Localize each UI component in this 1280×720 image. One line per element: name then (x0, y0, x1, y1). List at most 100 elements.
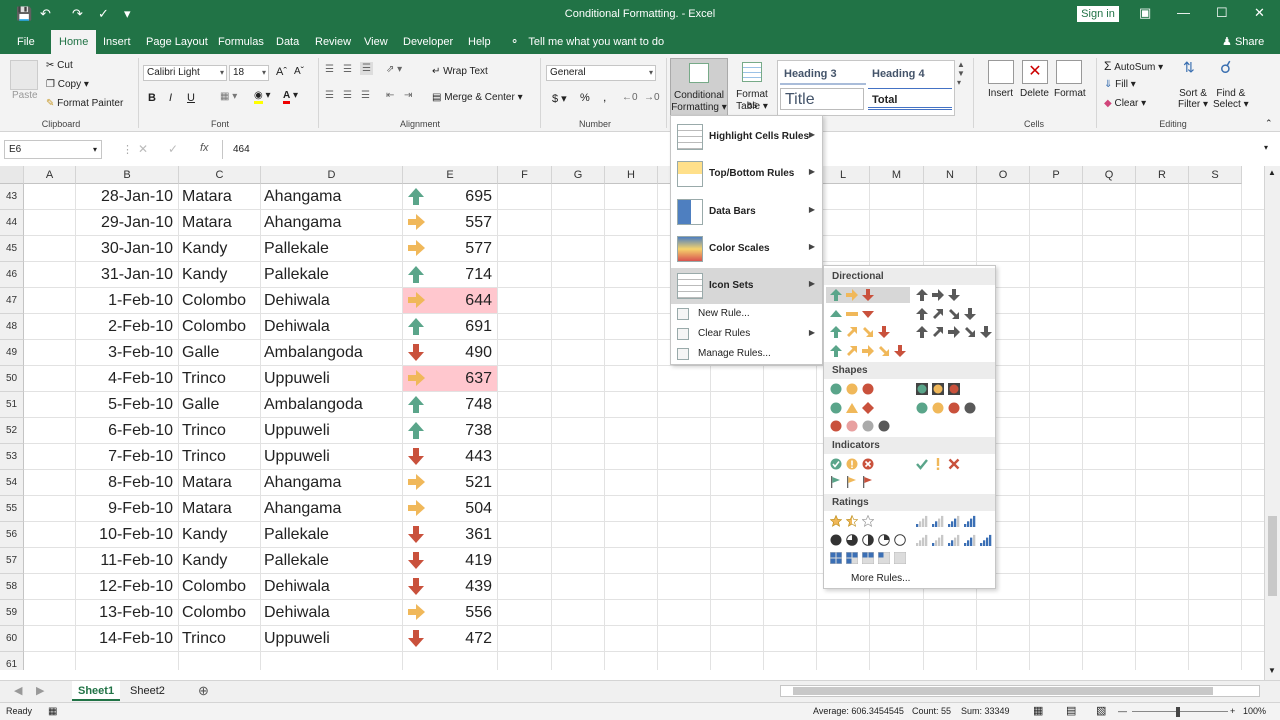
icon-set-3-arrows-colored[interactable] (826, 287, 910, 303)
merge-center-button[interactable]: ▤ Merge & Center ▾ (432, 92, 523, 103)
column-header-r[interactable]: R (1136, 166, 1189, 184)
increase-decimal-icon[interactable]: ←0 (622, 92, 638, 103)
style-heading-4[interactable]: Heading 4 (868, 63, 954, 85)
orientation-icon[interactable]: ⇗ ▾ (386, 64, 402, 75)
cell-value[interactable]: 577 (433, 236, 496, 262)
cell-city[interactable]: Colombo (179, 600, 259, 626)
cell-date[interactable]: 10-Feb-10 (76, 522, 177, 548)
cell-venue[interactable]: Ambalangoda (261, 340, 401, 366)
cell-city[interactable]: Matara (179, 496, 259, 522)
icon-set-4-traffic-lights[interactable] (912, 400, 996, 416)
cell-city[interactable]: Matara (179, 470, 259, 496)
column-header-a[interactable]: A (24, 166, 76, 184)
cell-value[interactable]: 637 (433, 366, 496, 392)
sheet-next-icon[interactable]: ▶ (30, 681, 50, 701)
column-header-o[interactable]: O (977, 166, 1030, 184)
cell-venue[interactable]: Pallekale (261, 262, 401, 288)
cell-value[interactable]: 439 (433, 574, 496, 600)
cell-city[interactable]: Kandy (179, 262, 259, 288)
cell-date[interactable]: 1-Feb-10 (76, 288, 177, 314)
cell-date[interactable] (76, 652, 177, 670)
icon-set-5-quarters[interactable] (826, 532, 910, 548)
column-header-m[interactable]: M (870, 166, 924, 184)
cut-button[interactable]: ✂ Cut (46, 60, 73, 71)
conditional-formatting-button[interactable]: Conditional Formatting ▾ (670, 58, 728, 116)
delete-cells-icon[interactable]: ✕ (1022, 60, 1048, 84)
align-right-icon[interactable]: ☰ (361, 90, 370, 101)
cell-value[interactable]: 521 (433, 470, 496, 496)
tab-view[interactable]: View (356, 30, 396, 54)
clear-button[interactable]: ◆ Clear ▾ (1104, 98, 1146, 109)
menu-clear-rules[interactable]: Clear Rules ▶ (671, 325, 822, 343)
icon-set-3-traffic-lights-rimmed[interactable] (912, 381, 996, 397)
icon-set-red-to-black[interactable] (826, 418, 910, 434)
cell-value[interactable]: 738 (433, 418, 496, 444)
decrease-font-icon[interactable]: Aˇ (294, 66, 304, 77)
confirm-entry-icon[interactable]: ✓ (168, 142, 178, 156)
percent-button[interactable]: % (580, 92, 590, 104)
cell-venue[interactable]: Uppuweli (261, 366, 401, 392)
collapse-ribbon-icon[interactable]: ⌃ (1265, 118, 1273, 129)
cell-value[interactable]: 695 (433, 184, 496, 210)
horizontal-scroll-thumb[interactable] (793, 687, 1213, 695)
cell-city[interactable]: Colombo (179, 574, 259, 600)
zoom-slider[interactable] (1132, 711, 1228, 712)
cell-city[interactable]: Matara (179, 184, 259, 210)
cell-venue[interactable]: Ahangama (261, 496, 401, 522)
style-title[interactable]: Title (780, 88, 864, 110)
row-header[interactable]: 60 (0, 626, 24, 652)
insert-cells-button[interactable]: Insert (988, 88, 1013, 99)
fill-color-icon[interactable]: ◉ ▾ (254, 90, 271, 104)
column-header-d[interactable]: D (261, 166, 403, 184)
horizontal-scrollbar[interactable] (780, 685, 1260, 697)
page-layout-view-icon[interactable]: ▤ (1066, 704, 1076, 717)
sort-filter-icon[interactable]: ⇅ (1183, 59, 1195, 76)
maximize-icon[interactable]: ☐ (1216, 5, 1228, 21)
font-size-dropdown[interactable]: 18 ▾ (229, 65, 269, 81)
cell-date[interactable]: 6-Feb-10 (76, 418, 177, 444)
align-center-icon[interactable]: ☰ (343, 90, 352, 101)
cell-value[interactable]: 504 (433, 496, 496, 522)
style-heading-3[interactable]: Heading 3 (780, 63, 866, 85)
scroll-thumb[interactable] (1268, 516, 1277, 596)
scroll-up-icon[interactable]: ▲ (1268, 168, 1276, 177)
insert-function-button[interactable]: fx (200, 142, 209, 154)
menu-top-bottom-rules[interactable]: Top/Bottom Rules ▶ (671, 156, 822, 192)
menu-data-bars[interactable]: Data Bars ▶ (671, 194, 822, 230)
cell-value[interactable]: 644 (433, 288, 496, 314)
cell-city[interactable]: Kandy (179, 522, 259, 548)
autosum-button[interactable]: Σ AutoSum ▾ (1104, 59, 1163, 73)
menu-new-rule[interactable]: New Rule... (671, 305, 822, 323)
cell-value[interactable]: 714 (433, 262, 496, 288)
sort-filter-button[interactable]: Sort & Filter ▾ (1178, 88, 1208, 110)
icon-set-4-arrows-gray[interactable] (912, 306, 996, 322)
icon-set-3-symbols[interactable] (912, 456, 996, 472)
zoom-slider-thumb[interactable] (1176, 707, 1180, 717)
select-all-corner[interactable] (0, 166, 24, 184)
icon-set-3-flags[interactable] (826, 474, 910, 490)
cell-venue[interactable]: Dehiwala (261, 288, 401, 314)
align-top-icon[interactable]: ☰ (325, 64, 334, 75)
icon-set-5-boxes[interactable] (826, 550, 910, 566)
cell-date[interactable]: 31-Jan-10 (76, 262, 177, 288)
cancel-entry-icon[interactable]: ✕ (138, 142, 148, 156)
cell-value[interactable]: 419 (433, 548, 496, 574)
row-header[interactable]: 61 (0, 652, 24, 670)
menu-icon-sets[interactable]: Icon Sets ▶ (671, 268, 822, 304)
font-name-dropdown[interactable]: Calibri Light ▾ (143, 65, 227, 81)
cell-value[interactable]: 490 (433, 340, 496, 366)
number-format-dropdown[interactable]: General ▾ (546, 65, 656, 81)
cell-venue[interactable]: Ahangama (261, 470, 401, 496)
tab-help[interactable]: Help (460, 30, 499, 54)
sheet-tab-sheet2[interactable]: Sheet2 (124, 681, 171, 701)
row-header[interactable]: 59 (0, 600, 24, 626)
decrease-indent-icon[interactable]: ⇤ (386, 90, 394, 101)
normal-view-icon[interactable]: ▦ (1033, 704, 1043, 717)
icon-set-5-ratings[interactable] (912, 532, 996, 548)
cell-city[interactable]: Trinco (179, 366, 259, 392)
italic-button[interactable]: I (169, 92, 172, 104)
cell-city[interactable]: Kandy (179, 548, 259, 574)
cell-date[interactable]: 8-Feb-10 (76, 470, 177, 496)
currency-button[interactable]: $ ▾ (552, 92, 567, 105)
underline-button[interactable]: U (187, 92, 195, 104)
